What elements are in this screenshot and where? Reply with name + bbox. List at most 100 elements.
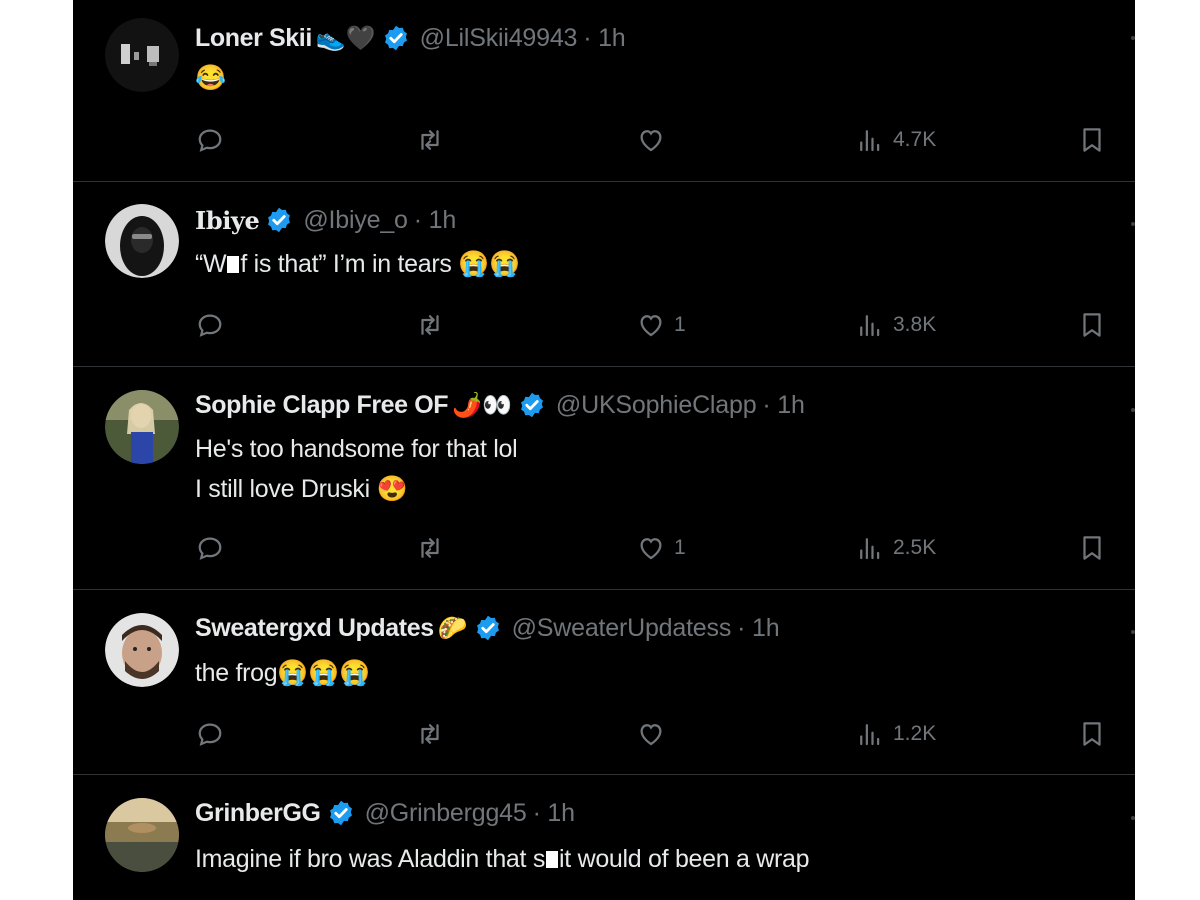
bookmark-icon [1083, 722, 1101, 746]
views-count: 2.5K [893, 536, 937, 559]
views-count: 3.8K [893, 313, 937, 336]
display-name[interactable]: Sophie Clapp Free OF [195, 391, 449, 420]
tweet-text: “W f is that” I’m in tears 😭😭 [195, 244, 520, 284]
like-button[interactable]: 1 [636, 305, 686, 345]
display-name[interactable]: Ibiye [195, 206, 260, 235]
tweet[interactable]: GrinberGG @Grinbergg45 · 1h Imagine if b… [73, 775, 1135, 900]
tweet-text: the frog😭😭😭 [195, 653, 370, 693]
reply-button[interactable] [195, 305, 225, 345]
tweet[interactable]: Sweatergxd Updates 🌮 @SweaterUpdatess · … [73, 590, 1135, 775]
text-fragment: f is that” I’m in tears 😭😭 [240, 250, 520, 278]
name-emoji: 👟🖤 [315, 24, 376, 52]
user-handle[interactable]: @UKSophieClapp [556, 391, 757, 420]
tweet-text-line: the frog😭😭😭 [195, 659, 370, 687]
text-fragment: Imagine if bro was Aladdin that s [195, 845, 546, 873]
more-options-icon[interactable] [1131, 222, 1135, 226]
tweet[interactable]: Ibiye @Ibiye_o · 1h “W f is that” I’m in … [73, 182, 1135, 367]
verified-badge-icon [476, 615, 499, 641]
verified-badge-icon [329, 800, 352, 826]
retweet-icon [421, 315, 439, 335]
like-button[interactable] [636, 714, 666, 754]
timestamp[interactable]: · 1h [533, 799, 575, 828]
tweet-header: Loner Skii 👟🖤 @LilSkii49943 · 1h [195, 20, 626, 56]
retweet-button[interactable] [415, 120, 445, 160]
bookmark-button[interactable] [1077, 305, 1107, 345]
verified-badge-icon [384, 25, 407, 51]
timestamp[interactable]: · 1h [583, 24, 625, 53]
retweet-icon [421, 538, 439, 558]
user-handle[interactable]: @Grinbergg45 [365, 799, 527, 828]
timestamp[interactable]: · 1h [414, 206, 456, 235]
user-handle[interactable]: @Ibiye_o [303, 206, 408, 235]
display-name[interactable]: Loner Skii [195, 24, 312, 53]
retweet-button[interactable] [415, 528, 445, 568]
user-handle[interactable]: @SweaterUpdatess [512, 614, 732, 643]
more-options-icon[interactable] [1131, 816, 1135, 820]
views-icon [860, 130, 880, 152]
reply-button[interactable] [195, 714, 225, 754]
bookmark-button[interactable] [1077, 120, 1107, 160]
heart-icon [640, 538, 662, 560]
avatar[interactable] [105, 18, 179, 92]
avatar[interactable] [105, 390, 179, 464]
views-icon [860, 315, 880, 337]
bookmark-button[interactable] [1077, 528, 1107, 568]
action-bar: 1.2K [73, 714, 1135, 754]
more-options-icon[interactable] [1131, 408, 1135, 412]
tweet-header: Ibiye @Ibiye_o · 1h [195, 202, 456, 238]
reply-icon [198, 723, 222, 746]
display-name[interactable]: Sweatergxd Updates [195, 614, 434, 643]
avatar[interactable] [105, 613, 179, 687]
tweet-header: Sophie Clapp Free OF 🌶️👀 @UKSophieClapp … [195, 387, 805, 423]
retweet-button[interactable] [415, 305, 445, 345]
name-emoji: 🌮 [437, 614, 468, 642]
tweet-text-line: I still love Druski 😍 [195, 475, 408, 503]
like-count: 1 [674, 536, 686, 559]
text-fragment: “W [195, 250, 227, 278]
action-bar: 4.7K [73, 120, 1135, 160]
bookmark-icon [1083, 313, 1101, 337]
verified-badge-icon [520, 392, 543, 418]
bookmark-button[interactable] [1077, 714, 1107, 754]
more-options-icon[interactable] [1131, 36, 1135, 40]
more-options-icon[interactable] [1131, 630, 1135, 634]
avatar[interactable] [105, 798, 179, 872]
views-button[interactable]: 4.7K [855, 120, 936, 160]
reply-button[interactable] [195, 120, 225, 160]
views-button[interactable]: 1.2K [855, 714, 936, 754]
censor-block [227, 256, 240, 273]
tweet-text-line: “W f is that” I’m in tears 😭😭 [195, 244, 520, 284]
views-button[interactable]: 3.8K [855, 305, 936, 345]
timestamp[interactable]: · 1h [737, 614, 779, 643]
reply-button[interactable] [195, 528, 225, 568]
tweet[interactable]: Loner Skii 👟🖤 @LilSkii49943 · 1h 😂 4.7K [73, 0, 1135, 182]
reply-feed: Loner Skii 👟🖤 @LilSkii49943 · 1h 😂 4.7K … [73, 0, 1135, 900]
views-count: 1.2K [893, 722, 937, 745]
retweet-button[interactable] [415, 714, 445, 754]
tweet[interactable]: Sophie Clapp Free OF 🌶️👀 @UKSophieClapp … [73, 367, 1135, 590]
like-button[interactable] [636, 120, 666, 160]
display-name[interactable]: GrinberGG [195, 799, 321, 828]
tweet-text: Imagine if bro was Aladdin that s it woul… [195, 839, 810, 879]
bookmark-icon [1083, 536, 1101, 560]
heart-icon [640, 724, 662, 746]
like-button[interactable]: 1 [636, 528, 686, 568]
tweet-text-line: 😂 [195, 64, 226, 92]
tweet-text: He's too handsome for that lol I still l… [195, 429, 518, 509]
views-count: 4.7K [893, 128, 937, 151]
user-handle[interactable]: @LilSkii49943 [420, 24, 578, 53]
action-bar: 1 2.5K [73, 528, 1135, 568]
name-emoji: 🌶️👀 [452, 391, 512, 419]
bookmark-icon [1083, 128, 1101, 152]
avatar[interactable] [105, 204, 179, 278]
verified-badge-icon [268, 207, 291, 233]
tweet-text-line: He's too handsome for that lol [195, 435, 518, 463]
timestamp[interactable]: · 1h [762, 391, 804, 420]
views-icon [860, 538, 880, 560]
action-bar: 1 3.8K [73, 305, 1135, 345]
retweet-icon [421, 724, 439, 744]
tweet-header: GrinberGG @Grinbergg45 · 1h [195, 795, 575, 831]
views-button[interactable]: 2.5K [855, 528, 936, 568]
tweet-header: Sweatergxd Updates 🌮 @SweaterUpdatess · … [195, 610, 780, 646]
text-fragment: it would of been a wrap [559, 845, 810, 873]
